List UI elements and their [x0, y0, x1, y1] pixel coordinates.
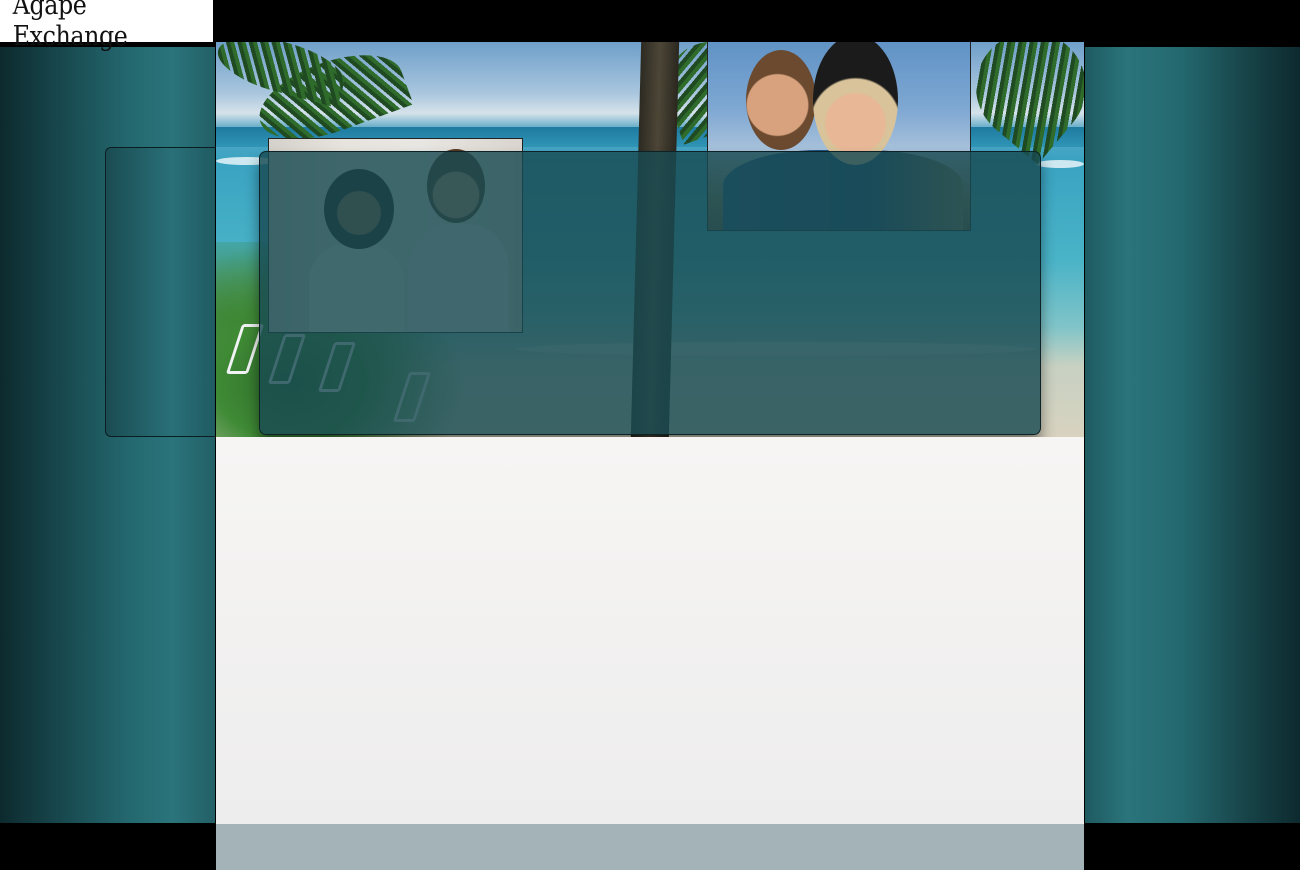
content-area [216, 437, 1084, 824]
main-column [215, 42, 1085, 870]
person-head [746, 50, 816, 150]
footer-bar [216, 824, 1084, 870]
person-head [813, 42, 898, 165]
site-logo-text: Agape Exchange [12, 0, 128, 52]
hero-overlay-panel [259, 151, 1041, 435]
site-logo[interactable]: Agape Exchange [0, 0, 213, 52]
hero-banner [216, 42, 1084, 437]
wave-decoration [1036, 160, 1084, 168]
side-tab-panel [105, 147, 216, 437]
right-side-panel [1084, 47, 1300, 823]
